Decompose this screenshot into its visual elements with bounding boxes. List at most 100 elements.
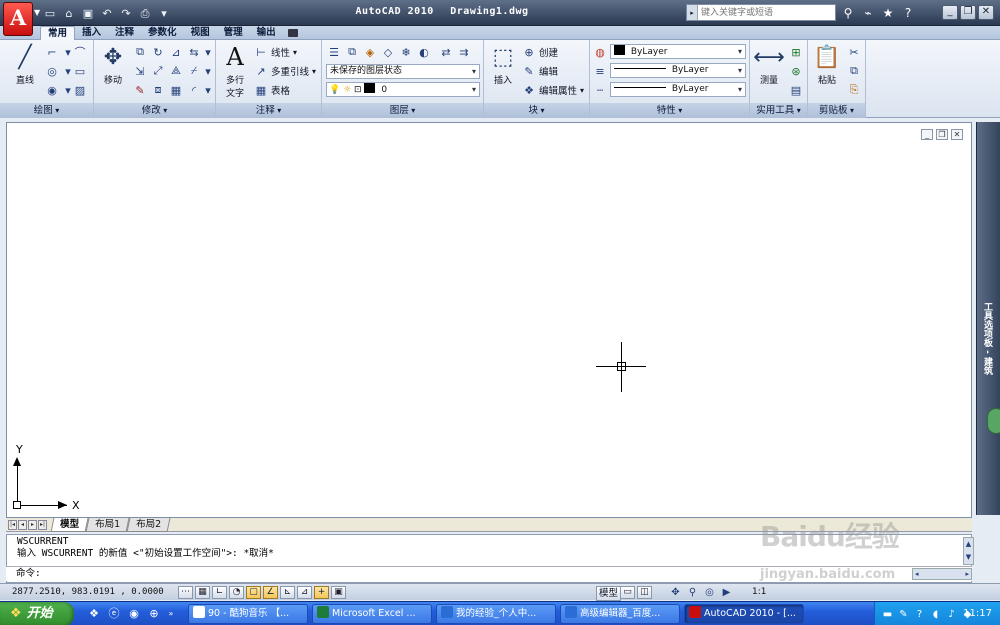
quick-properties-icon[interactable]: ▣ [331, 586, 346, 599]
binoculars-icon[interactable]: ⚲ [840, 5, 856, 21]
layer-off-icon[interactable]: ◐ [416, 44, 432, 60]
quick-view-layouts-icon[interactable]: ▭ [620, 586, 635, 599]
save-icon[interactable]: ▣ [80, 6, 96, 22]
new-icon[interactable]: ▭ [42, 6, 58, 22]
scroll-left-icon[interactable]: ◂ [915, 569, 919, 579]
viewport-minimize-icon[interactable]: _ [921, 129, 933, 140]
edit-attributes-dropdown-icon[interactable]: ▾ [580, 86, 584, 95]
erase-icon[interactable]: ✎ [132, 82, 148, 98]
layer-isolate-icon[interactable]: ◈ [362, 44, 378, 60]
tab-model[interactable]: 模型 [50, 518, 89, 532]
lineweight-icon[interactable]: ≡ [592, 63, 608, 79]
scroll-right-icon[interactable]: ▸ [965, 569, 969, 579]
pan-icon[interactable]: ✥ [668, 586, 683, 599]
grid-icon[interactable]: ▦ [195, 586, 210, 599]
edit-block-button[interactable]: ✎ 编辑 [522, 64, 558, 79]
draw-panel-title[interactable]: 绘图 [0, 103, 93, 118]
cut-icon[interactable]: ✂ [846, 44, 862, 60]
polar-tracking-icon[interactable]: ◔ [229, 586, 244, 599]
table-button[interactable]: ▦ 表格 [254, 83, 290, 98]
task-jingyan[interactable]: 我的经验_个人中... [436, 604, 556, 624]
model-space-button[interactable]: 模型 [596, 586, 622, 601]
rotate-icon[interactable]: ↻ [150, 44, 166, 60]
layer-state-select[interactable]: 未保存的图层状态 [326, 64, 480, 79]
lineweight-select[interactable]: ByLayer [610, 82, 746, 97]
ortho-icon[interactable]: ∟ [212, 586, 227, 599]
stretch-icon[interactable]: ⇲ [132, 63, 148, 79]
browser-icon[interactable]: ◉ [126, 606, 142, 622]
color-select[interactable]: ByLayer [610, 44, 746, 59]
search-expand-icon[interactable]: ▸ [687, 5, 698, 20]
arc-icon[interactable]: ⌒ [72, 44, 88, 60]
insert-block-button[interactable]: ⬚ 插入 [486, 43, 520, 87]
copy-clip-icon[interactable]: ⧉ [846, 63, 862, 79]
communication-icon[interactable]: ⌁ [860, 5, 876, 21]
tab-layout1[interactable]: 布局1 [85, 518, 130, 532]
restore-button[interactable]: ❐ [960, 5, 976, 20]
create-block-button[interactable]: ⊕ 创建 [522, 45, 558, 60]
zoom-icon[interactable]: ⚲ [685, 586, 700, 599]
layer-state-icon[interactable]: ⧉ [344, 44, 360, 60]
task-excel[interactable]: Microsoft Excel ... [312, 604, 432, 624]
dynamic-input-icon[interactable]: ⊿ [297, 586, 312, 599]
mtext-button[interactable]: A 多行 文字 [220, 43, 250, 99]
move-button[interactable]: ✥ 移动 [96, 43, 130, 87]
drawing-canvas[interactable]: _ ❐ ✕ X Y [6, 122, 972, 518]
line-button[interactable]: ╱ 直线 [8, 43, 42, 87]
clipboard-panel-title[interactable]: 剪贴板 [808, 103, 865, 118]
layout-first-icon[interactable]: |◂ [8, 520, 17, 530]
star-icon[interactable]: ★ [880, 5, 896, 21]
paste-button[interactable]: 📋 粘贴 [810, 43, 844, 87]
command-input[interactable]: 命令: [6, 566, 972, 581]
linear-dropdown-icon[interactable]: ▾ [293, 48, 297, 57]
layout-next-icon[interactable]: ▸ [28, 520, 37, 530]
object-snap-tracking-icon[interactable]: ∠ [263, 586, 278, 599]
tab-insert[interactable]: 插入 [75, 26, 108, 40]
modify-dropdown2-icon[interactable]: ▾ [200, 63, 216, 79]
multileader-button[interactable]: ↗ 多重引线 ▾ [254, 64, 316, 79]
minimize-button[interactable]: _ [942, 5, 958, 20]
quick-select-icon[interactable]: ⊞ [788, 44, 804, 60]
tab-home[interactable]: 常用 [40, 26, 76, 40]
circle-icon[interactable]: ◎ [44, 63, 60, 79]
utilities-panel-title[interactable]: 实用工具 [750, 103, 807, 118]
tab-manage[interactable]: 管理 [217, 26, 250, 40]
tab-annotate[interactable]: 注释 [108, 26, 141, 40]
app-menu-arrow-icon[interactable]: ▼ [34, 8, 40, 17]
current-layer-select[interactable]: 💡 ☼ ⊡ 0 [326, 82, 480, 97]
scale-icon[interactable]: ⤢ [150, 63, 166, 79]
layout-last-icon[interactable]: ▸| [38, 520, 47, 530]
block-panel-title[interactable]: 块 [484, 103, 589, 118]
calculator-icon[interactable]: ▤ [788, 82, 804, 98]
layers-panel-title[interactable]: 图层 [322, 103, 483, 118]
properties-panel-title[interactable]: 特性 [590, 103, 749, 118]
match-properties-icon[interactable]: ◍ [592, 44, 608, 60]
redo-icon[interactable]: ↷ [118, 6, 134, 22]
annotation-scale[interactable]: 1:1 [752, 586, 766, 599]
command-scrollbar[interactable]: ▲ ▼ [963, 537, 974, 565]
steering-wheel-icon[interactable]: ◎ [702, 586, 717, 599]
undo-icon[interactable]: ↶ [99, 6, 115, 22]
clock[interactable]: 11:17 [963, 602, 992, 625]
windows-icon[interactable]: ❖ [86, 606, 102, 622]
palette-green-badge-icon[interactable] [987, 408, 1000, 434]
scroll-up-icon[interactable]: ▲ [964, 538, 973, 551]
open-icon[interactable]: ⌂ [61, 6, 77, 22]
start-button[interactable]: 开始 [0, 602, 74, 625]
hatch-icon[interactable]: ▨ [72, 82, 88, 98]
viewport-close-icon[interactable]: ✕ [951, 129, 963, 140]
rectangle-icon[interactable]: ▭ [72, 63, 88, 79]
layout-prev-icon[interactable]: ◂ [18, 520, 27, 530]
annotation-panel-title[interactable]: 注释 [216, 103, 321, 118]
layer-properties-icon[interactable]: ☰ [326, 44, 342, 60]
lineweight-toggle-icon[interactable]: + [314, 586, 329, 599]
help-icon[interactable]: ? [900, 5, 916, 21]
task-kugou[interactable]: 90 - 酷狗音乐 【... [188, 604, 308, 624]
object-snap-icon[interactable]: ▢ [246, 586, 261, 599]
copy-icon[interactable]: ⧉ [132, 44, 148, 60]
showmotion-icon[interactable]: ▶ [719, 586, 734, 599]
pen-icon[interactable]: ✎ [897, 608, 910, 621]
polyline-icon[interactable]: ⌐ [44, 44, 60, 60]
ribbon-minimize-icon[interactable] [287, 29, 298, 37]
array-icon[interactable]: ▦ [168, 82, 184, 98]
